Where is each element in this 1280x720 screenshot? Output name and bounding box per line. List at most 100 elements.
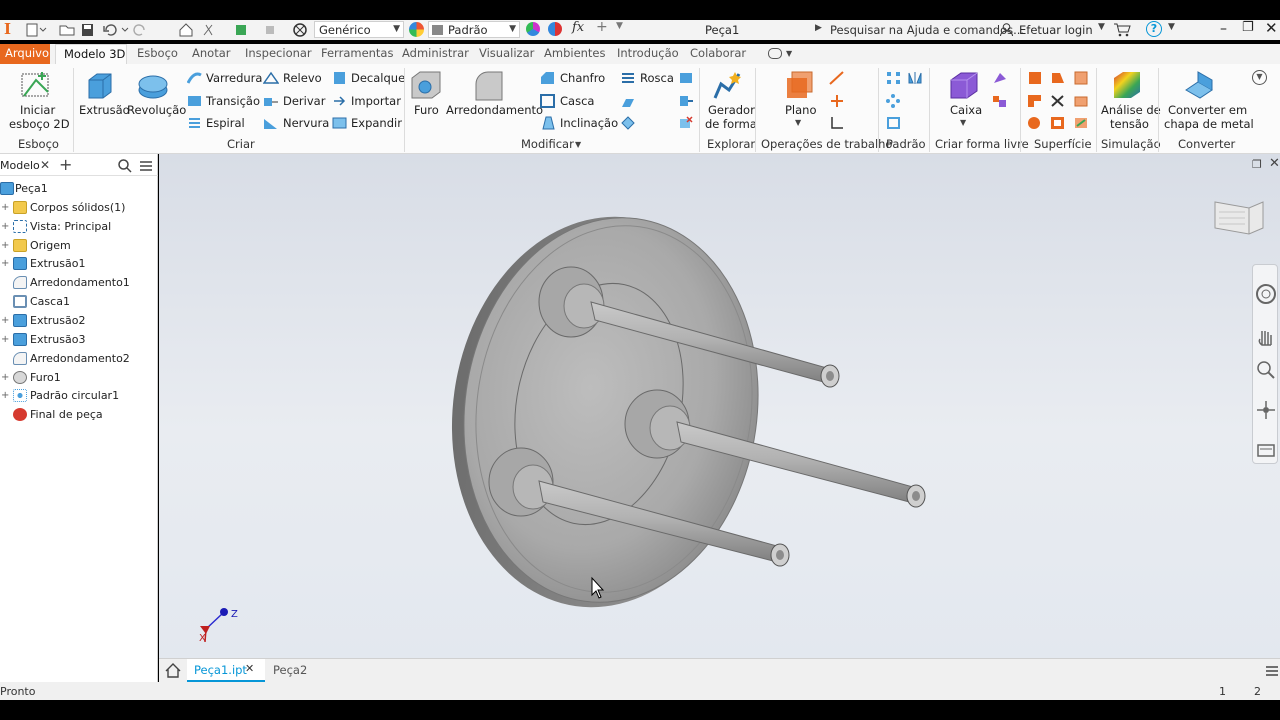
freeform-convert-icon[interactable] [992, 94, 1008, 108]
browser-item[interactable]: + Extrusão1 [0, 255, 158, 273]
expand-icon[interactable]: + [1, 258, 9, 269]
repair-icon[interactable] [1073, 116, 1089, 130]
browser-item[interactable]: Final de peça [0, 406, 158, 424]
graphics-viewport[interactable]: Z X ❐ ✕ [159, 154, 1280, 658]
ruled-surface-icon[interactable] [1027, 116, 1043, 130]
browser-item[interactable]: + Vista: Principal [0, 218, 158, 236]
stitch-icon[interactable] [1050, 71, 1066, 85]
thicken-icon[interactable] [1027, 71, 1043, 85]
tab-introducao[interactable]: Introdução [617, 46, 679, 60]
help-icon[interactable]: ? [1146, 21, 1162, 37]
home-icon[interactable] [165, 663, 181, 678]
user-icon[interactable] [999, 22, 1014, 37]
app-logo[interactable]: I [4, 20, 11, 38]
chevron-right-icon[interactable]: ▶ [815, 23, 822, 33]
browser-item[interactable]: Arredondamento1 [0, 274, 158, 292]
draft-button[interactable]: Inclinação [560, 116, 618, 130]
extrude-icon[interactable] [85, 70, 115, 102]
chevron-down-icon[interactable]: ▼ [795, 118, 801, 127]
stress-analysis-button[interactable]: tensão [1110, 117, 1149, 131]
appearance-dropdown[interactable]: Padrão ▼ [428, 21, 520, 38]
close-icon[interactable]: ✕ [1269, 156, 1280, 171]
chevron-down-icon[interactable]: ▼ [960, 118, 966, 127]
expand-icon[interactable]: + [1, 221, 9, 232]
clear-appearance-icon[interactable] [548, 22, 562, 36]
shell-button[interactable]: Casca [560, 94, 594, 108]
adjust-icon[interactable] [526, 22, 540, 36]
revolve-button[interactable]: Revolução [127, 103, 186, 117]
tab-modelo-3d[interactable]: Modelo 3D [55, 44, 127, 65]
chevron-down-icon[interactable]: ▼ [575, 140, 581, 149]
doc-tab-peca1[interactable]: Peça1.ipt ✕ [187, 659, 265, 682]
steering-wheel-icon[interactable] [1255, 283, 1277, 305]
orbit-icon[interactable] [1256, 400, 1276, 420]
stress-analysis-icon[interactable] [1111, 70, 1143, 102]
direct-edit-icon[interactable] [678, 71, 694, 85]
quick-tools[interactable] [178, 23, 308, 37]
look-at-icon[interactable] [1256, 440, 1276, 460]
browser-item[interactable]: + Padrão circular1 [0, 387, 158, 405]
add-icon[interactable]: + [59, 155, 72, 174]
zoom-icon[interactable] [1256, 360, 1276, 380]
chamfer-button[interactable]: Chanfro [560, 71, 605, 85]
rib-button[interactable]: Nervura [283, 116, 329, 130]
extrude-button[interactable]: Extrusão [79, 103, 130, 117]
material-dropdown[interactable]: Genérico ▼ [314, 21, 404, 38]
tab-ferramentas[interactable]: Ferramentas [321, 46, 393, 60]
coil-button[interactable]: Espiral [206, 116, 245, 130]
derive-button[interactable]: Derivar [283, 94, 325, 108]
doc-tab-peca2[interactable]: Peça2 [273, 663, 307, 677]
close-icon[interactable]: ✕ [40, 158, 50, 172]
edit-form-icon[interactable] [992, 71, 1008, 85]
appearance-icon[interactable] [409, 22, 424, 37]
start-sketch-icon[interactable] [20, 70, 52, 102]
model-3d-render[interactable] [159, 154, 1280, 658]
restore-icon[interactable]: ❐ [1252, 158, 1262, 171]
panel-options-icon[interactable] [768, 48, 782, 59]
emboss-button[interactable]: Relevo [283, 71, 322, 85]
minimize-icon[interactable]: – [1220, 21, 1227, 37]
rectangular-pattern-icon[interactable] [886, 71, 902, 85]
shape-generator-icon[interactable] [711, 70, 743, 102]
close-icon[interactable]: ✕ [1265, 19, 1278, 37]
plane-icon[interactable] [784, 70, 816, 102]
browser-item[interactable]: Casca1 [0, 293, 158, 311]
decal-button[interactable]: Decalque [351, 71, 405, 85]
mirror-icon[interactable] [908, 71, 924, 85]
browser-item[interactable]: + Corpos sólidos(1) [0, 199, 158, 217]
sketch-pattern-icon[interactable] [886, 116, 902, 130]
help-search-input[interactable]: Pesquisar na Ajuda e comandos... [826, 21, 1024, 39]
freeform-box-icon[interactable] [948, 70, 980, 102]
browser-item[interactable]: Arredondamento2 [0, 350, 158, 368]
browser-item[interactable]: Peça1 [0, 180, 158, 198]
browser-item[interactable]: + Extrusão2 [0, 312, 158, 330]
tab-esboco[interactable]: Esboço [137, 46, 178, 60]
tab-administrar[interactable]: Administrar [402, 46, 469, 60]
tab-anotar[interactable]: Anotar [192, 46, 230, 60]
tab-arquivo[interactable]: Arquivo [0, 44, 50, 64]
unwrap-button[interactable]: Expandir [351, 116, 402, 130]
loft-button[interactable]: Transição [206, 94, 260, 108]
ucs-icon[interactable] [829, 116, 845, 130]
cart-icon[interactable] [1113, 22, 1131, 37]
fillet-icon[interactable] [473, 70, 505, 102]
browser-item[interactable]: + Origem [0, 237, 158, 255]
delete-face-icon[interactable] [678, 116, 694, 130]
chevron-down-icon[interactable]: ▼ [786, 49, 792, 58]
expand-icon[interactable]: + [1, 334, 9, 345]
login-button[interactable]: Efetuar login [1019, 23, 1093, 37]
shape-generator-button[interactable]: de forma [705, 117, 757, 131]
pan-icon[interactable] [1256, 327, 1276, 347]
box-button[interactable]: Caixa [950, 103, 982, 117]
customize-icon[interactable]: ▼ [616, 21, 623, 31]
menu-icon[interactable] [139, 160, 153, 172]
close-icon[interactable]: ✕ [245, 662, 254, 675]
tab-inspecionar[interactable]: Inspecionar [245, 46, 312, 60]
sweep-button[interactable]: Varredura [206, 71, 262, 85]
tab-ambientes[interactable]: Ambientes [544, 46, 606, 60]
point-icon[interactable] [829, 94, 845, 108]
fx-icon[interactable]: fx [572, 20, 584, 35]
group-modificar[interactable]: Modificar [521, 137, 574, 151]
expand-icon[interactable]: + [1, 390, 9, 401]
tab-visualizar[interactable]: Visualizar [479, 46, 534, 60]
